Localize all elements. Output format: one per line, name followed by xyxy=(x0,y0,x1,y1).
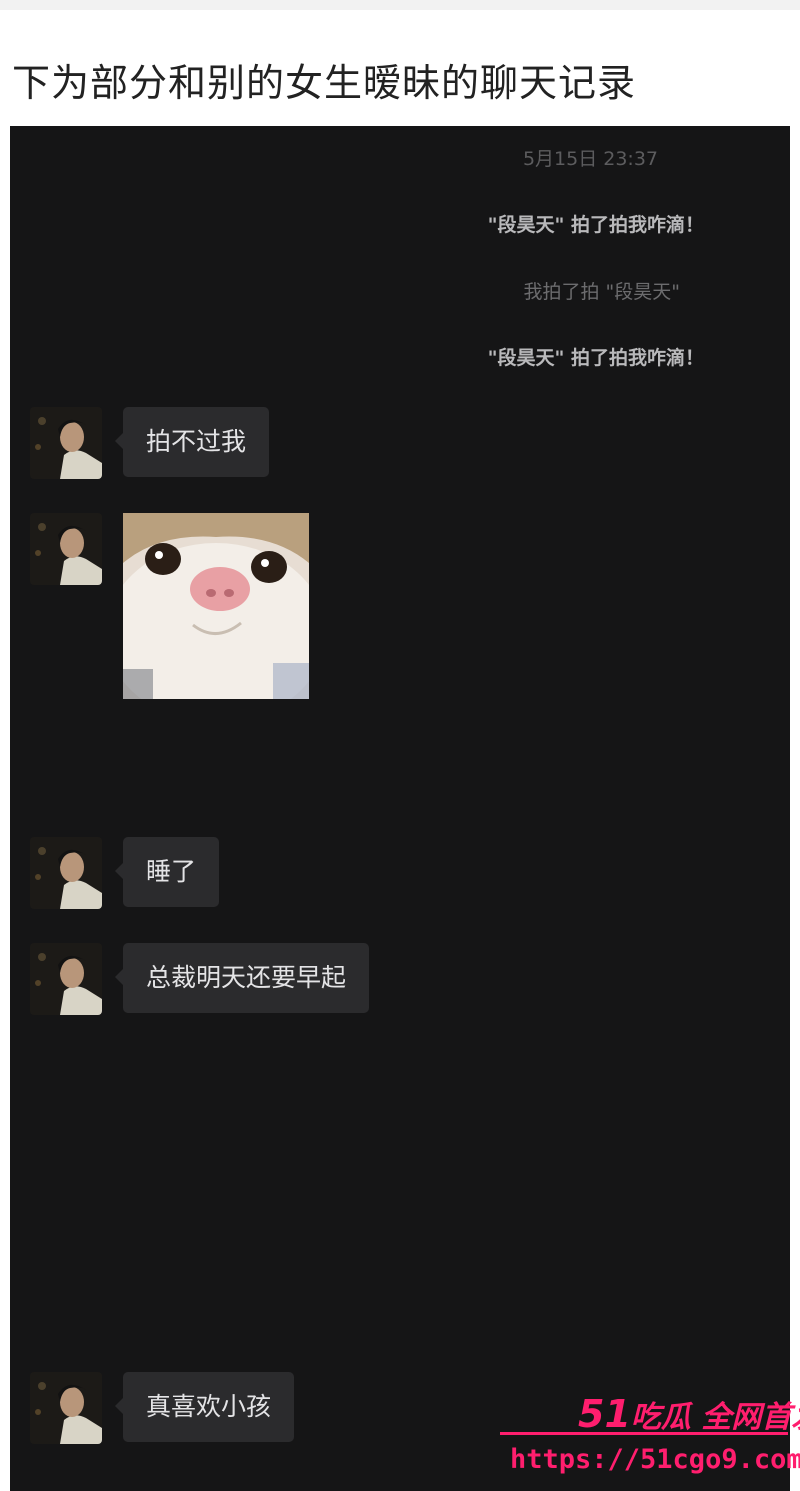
message-bubble[interactable]: 睡了 xyxy=(114,837,220,907)
message-row: 总裁明天还要早起 xyxy=(10,943,790,1015)
pat-notice-3: "段昊天" 拍了拍我咋滴！ xyxy=(487,347,704,369)
watermark-url: https://51cgo9.com xyxy=(510,1444,800,1475)
pat-notice-2: 我拍了拍 "段昊天" xyxy=(523,281,680,303)
message-bubble[interactable]: 真喜欢小孩 xyxy=(114,1372,295,1442)
avatar[interactable] xyxy=(30,943,102,1015)
chat-screenshot: 5月15日 23:37 "段昊天" 拍了拍我咋滴！ 我拍了拍 "段昊天" "段昊… xyxy=(10,126,790,1491)
watermark-brand-text: 吃瓜 全网首发 xyxy=(630,1400,800,1435)
avatar[interactable] xyxy=(30,1372,102,1444)
chat-timestamp: 5月15日 23:37 xyxy=(522,148,658,170)
message-bubble[interactable]: 拍不过我 xyxy=(114,407,270,477)
pat-notice-1: "段昊天" 拍了拍我咋滴！ xyxy=(487,214,704,236)
message-row: 拍不过我 xyxy=(10,407,790,479)
cat-face-sticker-icon[interactable] xyxy=(123,513,309,699)
avatar[interactable] xyxy=(30,837,102,909)
page-caption: 下为部分和别的女生暧昧的聊天记录 xyxy=(12,61,637,105)
watermark-divider xyxy=(500,1432,788,1435)
message-row xyxy=(10,513,790,699)
watermark-brand: 51吃瓜 全网首发 xyxy=(578,1392,800,1436)
watermark-brand-number: 51 xyxy=(578,1392,631,1436)
top-strip xyxy=(0,0,800,10)
message-bubble[interactable]: 总裁明天还要早起 xyxy=(114,943,370,1013)
avatar[interactable] xyxy=(30,513,102,585)
message-row: 睡了 xyxy=(10,837,790,909)
avatar[interactable] xyxy=(30,407,102,479)
